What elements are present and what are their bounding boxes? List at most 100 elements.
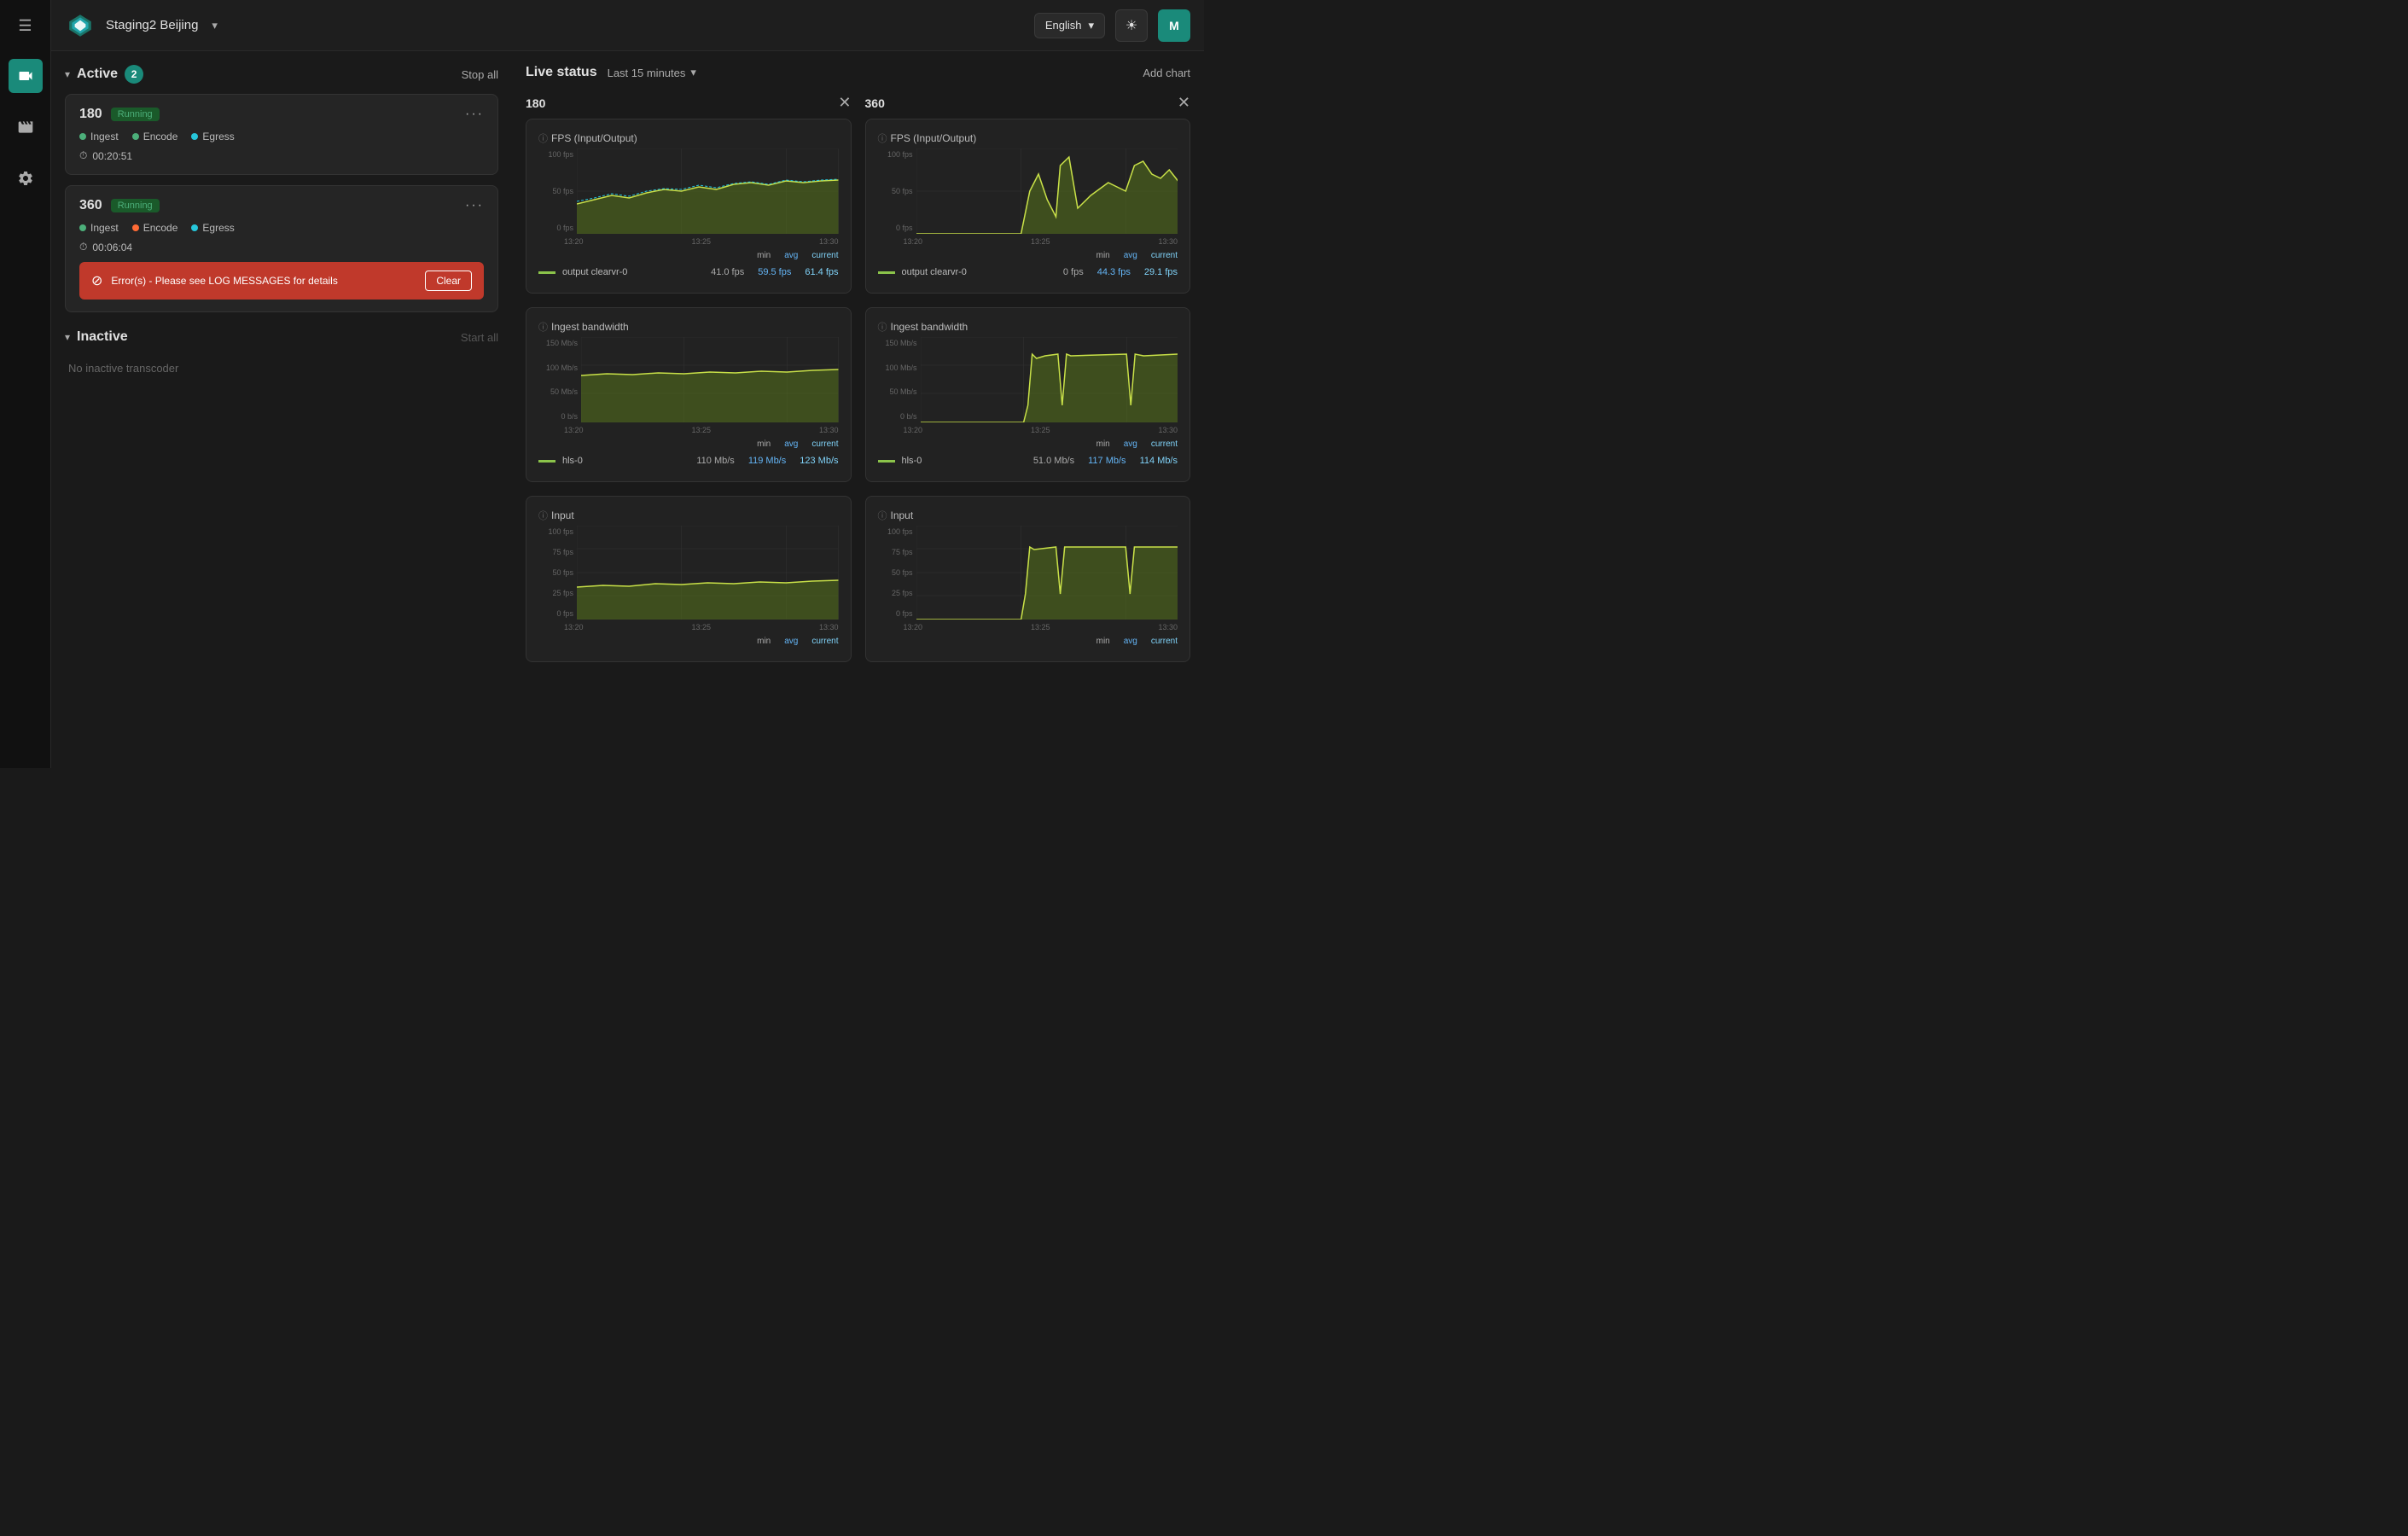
active-section-title: Active [77, 67, 118, 82]
sidebar-item-film[interactable] [9, 110, 43, 144]
add-chart-button[interactable]: Add chart [1143, 67, 1190, 79]
inactive-chevron-icon[interactable]: ▾ [65, 331, 70, 343]
main-area: Staging2 Beijing ▾ English ▾ ☀ M ▾ Activ… [51, 0, 1204, 768]
left-panel: ▾ Active 2 Stop all 180 Running ··· Inge… [51, 51, 512, 768]
bw-info-icon-360: ⓘ [878, 320, 887, 334]
fps-legend-line-180 [538, 271, 555, 274]
user-avatar[interactable]: M [1158, 9, 1190, 42]
content-area: ▾ Active 2 Stop all 180 Running ··· Inge… [51, 51, 1204, 768]
start-all-button[interactable]: Start all [461, 331, 498, 344]
bw-min-label-180: min [757, 439, 771, 449]
fps-avg-val-360: 44.3 fps [1097, 267, 1131, 277]
fps-chart-title-180: FPS (Input/Output) [551, 132, 637, 144]
transcoder-card-180: 180 Running ··· Ingest Encode Eg [65, 94, 498, 175]
bw-avg-label-180: avg [784, 439, 798, 449]
inactive-section: ▾ Inactive Start all No inactive transco… [65, 329, 498, 381]
bw-info-icon-180: ⓘ [538, 320, 548, 334]
fps-info-icon-180: ⓘ [538, 131, 548, 145]
fps-x-1320-360: 13:20 [904, 237, 923, 246]
bw-legend-360: hls-0 51.0 Mb/s 117 Mb/s 114 Mb/s [878, 452, 1178, 469]
card-menu-180[interactable]: ··· [465, 107, 484, 122]
bw-x-1320-360: 13:20 [904, 426, 923, 434]
input-y-75-360: 75 fps [878, 548, 913, 556]
fps-y-0-180: 0 fps [538, 224, 573, 232]
fps-legend-line-360 [878, 271, 895, 274]
error-banner-360: ⊘ Error(s) - Please see LOG MESSAGES for… [79, 262, 484, 300]
hamburger-icon[interactable]: ☰ [11, 10, 38, 42]
fps-y-100-180: 100 fps [538, 150, 573, 159]
chart-col-close-180[interactable]: ✕ [838, 94, 851, 112]
encode-dot-180 [132, 133, 139, 140]
bw-current-label-180: current [811, 439, 838, 449]
bw-y-0-180: 0 b/s [538, 412, 578, 421]
fps-x-1330-180: 13:30 [819, 237, 839, 246]
bw-min-val-360: 51.0 Mb/s [1033, 456, 1074, 466]
bw-current-val-360: 114 Mb/s [1140, 456, 1178, 466]
transcoder-card-360: 360 Running ··· Ingest Encode Eg [65, 185, 498, 312]
sidebar: ☰ [0, 0, 51, 768]
bw-legend-label-180: hls-0 [562, 456, 689, 466]
fps-min-val-360: 0 fps [1063, 267, 1084, 277]
stop-all-button[interactable]: Stop all [462, 68, 498, 81]
bw-min-val-180: 110 Mb/s [696, 456, 734, 466]
input-x-1330-360: 13:30 [1158, 623, 1178, 631]
active-chevron-icon[interactable]: ▾ [65, 68, 70, 80]
bw-x-1330-360: 13:30 [1158, 426, 1178, 434]
card-header-360: 360 Running ··· [79, 198, 484, 213]
sidebar-item-video[interactable] [9, 59, 43, 93]
time-range-selector[interactable]: Last 15 minutes ▾ [608, 66, 696, 79]
fps-info-icon-360: ⓘ [878, 131, 887, 145]
time-chevron-icon: ▾ [690, 66, 696, 79]
fps-current-val-360: 29.1 fps [1144, 267, 1178, 277]
clear-error-button-360[interactable]: Clear [425, 271, 472, 291]
bw-x-1325-180: 13:25 [691, 426, 711, 434]
indicators-360: Ingest Encode Egress [79, 222, 484, 234]
live-status-title: Live status [526, 65, 597, 80]
live-status-header: Live status Last 15 minutes ▾ Add chart [526, 65, 1190, 80]
input-y-0-360: 0 fps [878, 609, 913, 618]
theme-toggle-button[interactable]: ☀ [1115, 9, 1148, 42]
chart-col-close-360[interactable]: ✕ [1178, 94, 1190, 112]
bw-current-label-360: current [1151, 439, 1178, 449]
fps-avg-val-180: 59.5 fps [758, 267, 791, 277]
bw-y-100-180: 100 Mb/s [538, 364, 578, 372]
fps-x-1320-180: 13:20 [564, 237, 584, 246]
language-selector[interactable]: English ▾ [1034, 13, 1105, 38]
timer-360: ⏱ 00:06:04 [79, 241, 484, 253]
sidebar-item-settings[interactable] [9, 161, 43, 195]
input-x-1325-360: 13:25 [1031, 623, 1050, 631]
bw-chart-title-180: Ingest bandwidth [551, 321, 629, 333]
bw-legend-line-180 [538, 460, 555, 463]
input-y-0-180: 0 fps [538, 609, 573, 618]
input-avg-label-180: avg [784, 637, 798, 646]
egress-indicator-360: Egress [191, 222, 234, 234]
input-y-100-180: 100 fps [538, 527, 573, 536]
input-x-1320-180: 13:20 [564, 623, 584, 631]
workspace-dropdown-icon[interactable]: ▾ [212, 19, 218, 32]
bw-avg-label-360: avg [1124, 439, 1137, 449]
status-badge-360: Running [111, 199, 160, 212]
fps-legend-label-360: output clearvr-0 [902, 267, 1056, 277]
bw-y-50-360: 50 Mb/s [878, 387, 917, 396]
transcoder-id-360: 360 [79, 198, 102, 213]
bw-avg-val-180: 119 Mb/s [748, 456, 786, 466]
fps-legend-360: output clearvr-0 0 fps 44.3 fps 29.1 fps [878, 264, 1178, 281]
input-x-1320-360: 13:20 [904, 623, 923, 631]
bw-chart-title-360: Ingest bandwidth [891, 321, 968, 333]
workspace-name: Staging2 Beijing [106, 18, 198, 32]
chart-column-180: 180 ✕ ⓘ FPS (Input/Output) 100 fps 50 fp [526, 94, 852, 662]
fps-chart-180: ⓘ FPS (Input/Output) 100 fps 50 fps 0 fp… [526, 119, 852, 294]
right-panel: Live status Last 15 minutes ▾ Add chart … [512, 51, 1204, 768]
fps-current-label-360: current [1151, 251, 1178, 260]
card-header-180: 180 Running ··· [79, 107, 484, 122]
fps-x-1330-360: 13:30 [1158, 237, 1178, 246]
fps-y-50-360: 50 fps [878, 187, 913, 195]
ingest-indicator-360: Ingest [79, 222, 119, 234]
bw-y-0-360: 0 b/s [878, 412, 917, 421]
fps-y-100-360: 100 fps [878, 150, 913, 159]
card-menu-360[interactable]: ··· [465, 198, 484, 213]
fps-min-val-180: 41.0 fps [711, 267, 744, 277]
input-current-label-360: current [1151, 637, 1178, 646]
header: Staging2 Beijing ▾ English ▾ ☀ M [51, 0, 1204, 51]
encode-indicator-360: Encode [132, 222, 178, 234]
